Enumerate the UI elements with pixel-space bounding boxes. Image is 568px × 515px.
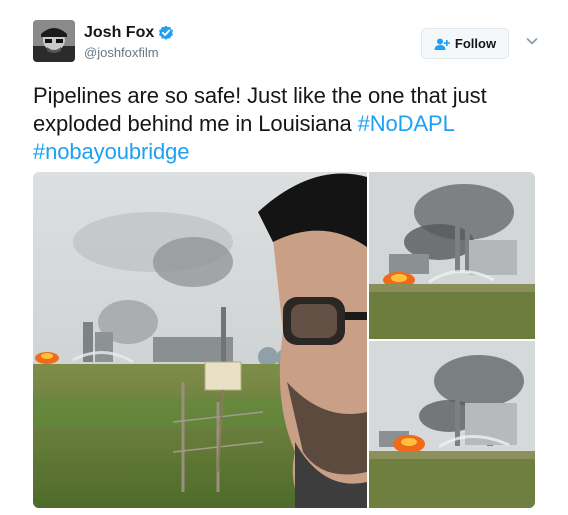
tweet-text-line-1: Pipelines are so safe! Just like the one…	[33, 83, 487, 108]
selfie-photo[interactable]	[33, 172, 367, 508]
media-grid	[33, 172, 535, 508]
display-name-text[interactable]: Josh Fox	[84, 24, 154, 42]
tweet-header: Josh Fox @joshfoxfilm Follow	[33, 18, 553, 68]
screen-name[interactable]: @joshfoxfilm	[84, 45, 174, 60]
tweet-text: Pipelines are so safe! Just like the one…	[33, 82, 543, 166]
verified-icon	[158, 25, 174, 41]
avatar[interactable]	[33, 20, 75, 62]
hashtag-link-nodapl[interactable]: #NoDAPL	[358, 111, 455, 136]
user-names: Josh Fox @joshfoxfilm	[84, 24, 174, 60]
tweet-text-line-2: exploded behind me in Louisiana	[33, 111, 358, 136]
refinery-fire-photo-bottom[interactable]	[369, 341, 535, 508]
refinery-fire-photo-top[interactable]	[369, 172, 535, 339]
follow-button[interactable]: Follow	[421, 28, 509, 59]
display-name[interactable]: Josh Fox	[84, 24, 174, 42]
hashtag-link-nobayoubridge[interactable]: #nobayoubridge	[33, 139, 190, 164]
follow-label: Follow	[454, 36, 497, 51]
chevron-down-icon[interactable]	[525, 34, 539, 48]
add-user-icon	[434, 38, 450, 50]
